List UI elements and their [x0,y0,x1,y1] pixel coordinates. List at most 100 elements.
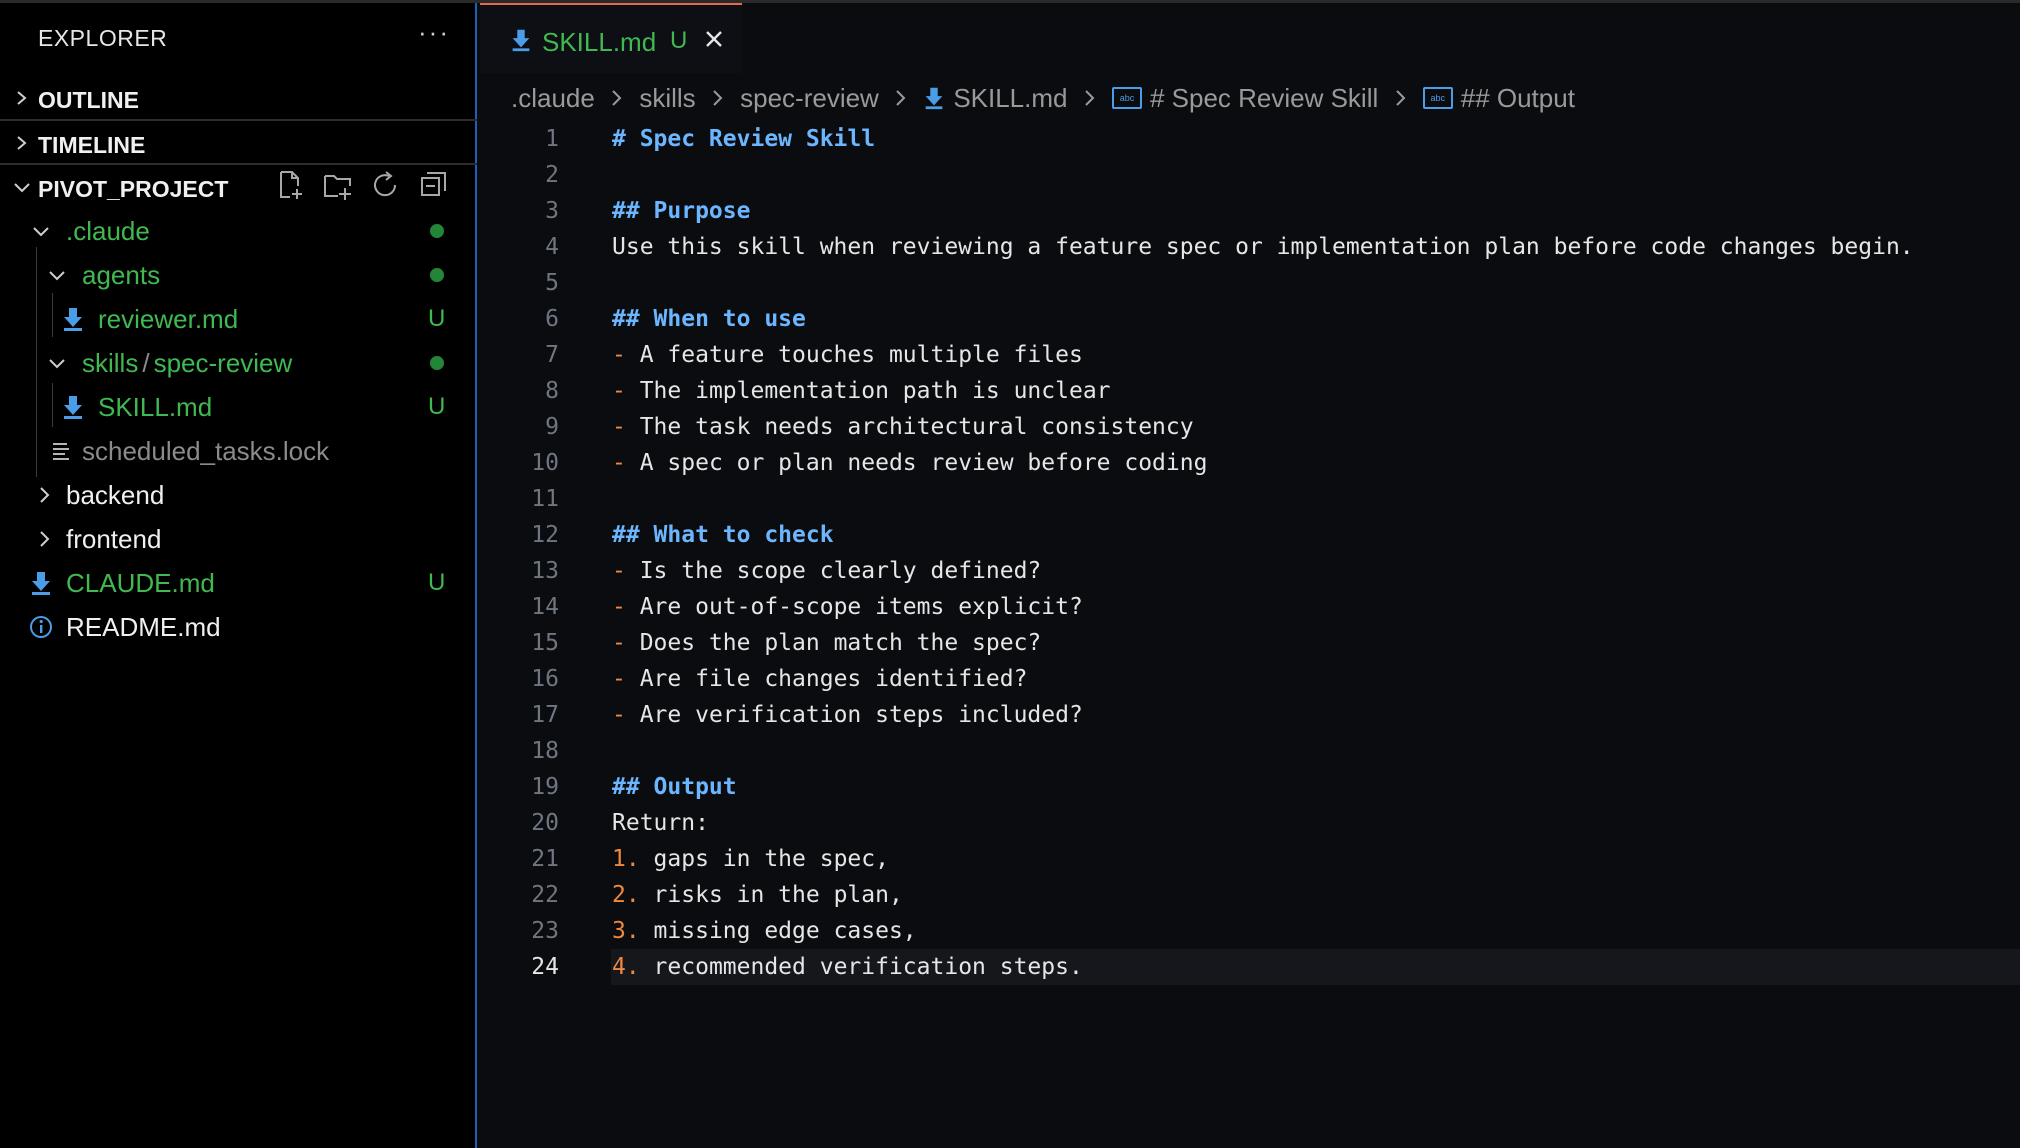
markdown-heading: ## Output [612,774,737,800]
markdown-download-icon [925,87,943,110]
chevron-down-icon [14,183,30,193]
code-line[interactable]: 5 [477,265,2020,301]
code-line[interactable]: 21 1. gaps in the spec, [477,841,2020,877]
code-line[interactable]: 20 Return: [477,805,2020,841]
code-line[interactable]: 15 - Does the plan match the spec? [477,625,2020,661]
line-number: 21 [531,846,559,872]
tree-folder-claude[interactable]: .claude [0,209,477,253]
list-marker: - [612,594,626,620]
explorer-sidebar: EXPLORER ··· OUTLINE TIMELINE PIVOT_PROJ… [0,3,477,1148]
lines-file-icon [53,443,69,460]
line-text: ## Purpose [612,198,750,224]
collapse-all-icon[interactable] [418,169,450,201]
list-marker: - [612,666,626,692]
more-actions-icon[interactable]: ··· [418,17,450,48]
line-number: 7 [545,342,559,368]
line-text: - Are out-of-scope items explicit? [612,594,1083,620]
modified-dot-icon [430,224,444,238]
tree-item-label: .claude [66,216,150,246]
tree-item-label: CLAUDE.md [66,568,215,598]
editor-tab-bar: SKILL.md U [477,3,2020,74]
tab-label: SKILL.md [542,27,657,57]
plain-text: Return: [612,810,709,836]
list-text: The task needs architectural consistency [625,414,1194,440]
list-marker: - [612,342,626,368]
line-text: - Are verification steps included? [612,702,1083,728]
line-text: - The task needs architectural consisten… [612,414,1194,440]
line-text: 3. missing edge cases, [612,918,917,944]
line-text: 2. risks in the plan, [612,882,903,908]
markdown-heading: ## Purpose [612,198,751,224]
code-line[interactable]: 14 - Are out-of-scope items explicit? [477,589,2020,625]
code-line[interactable]: 3 ## Purpose [477,193,2020,229]
line-number: 12 [531,522,559,548]
code-line[interactable]: 17 - Are verification steps included? [477,697,2020,733]
tree-file-scheduled-tasks[interactable]: scheduled_tasks.lock [0,429,477,473]
close-icon[interactable] [702,27,726,51]
line-text: 4. recommended verification steps. [612,954,1083,980]
section-outline[interactable]: OUTLINE [0,77,477,121]
line-text: ## What to check [612,522,834,548]
chevron-down-icon [49,271,65,281]
list-text: A feature touches multiple files [625,342,1083,368]
code-line[interactable]: 4 Use this skill when reviewing a feature… [477,229,2020,265]
breadcrumb-item[interactable]: ## Output [1461,83,1575,114]
markdown-download-icon [64,396,82,419]
line-text: - Does the plan match the spec? [612,630,1041,656]
code-line[interactable]: 23 3. missing edge cases, [477,913,2020,949]
markdown-heading: # Spec Review Skill [612,126,876,152]
code-line[interactable]: 19 ## Output [477,769,2020,805]
tree-folder-backend[interactable]: backend [0,473,477,517]
line-text: - Are file changes identified? [612,666,1027,692]
code-line[interactable]: 10 - A spec or plan needs review before c… [477,445,2020,481]
refresh-icon[interactable] [370,169,402,201]
tree-file-skill-md[interactable]: SKILL.md U [0,385,477,429]
code-line[interactable]: 2 [477,157,2020,193]
chevron-right-icon [612,90,622,106]
tree-item-label: scheduled_tasks.lock [82,436,330,466]
tree-item-label: skills / spec-review [82,348,292,379]
code-line[interactable]: 9 - The task needs architectural consiste… [477,409,2020,445]
code-line[interactable]: 13 - Is the scope clearly defined? [477,553,2020,589]
new-file-icon[interactable] [276,169,308,201]
tree-item-label: agents [82,260,161,290]
tree-file-reviewer[interactable]: reviewer.md U [0,297,477,341]
markdown-download-icon [512,29,530,52]
markdown-download-icon [32,572,50,595]
tree-file-claude-md[interactable]: CLAUDE.md U [0,561,477,605]
chevron-right-icon [1085,90,1095,106]
line-number: 20 [531,810,559,836]
line-text: Return: [612,810,709,836]
code-line[interactable]: 16 - Are file changes identified? [477,661,2020,697]
code-line[interactable]: 7 - A feature touches multiple files [477,337,2020,373]
line-text: # Spec Review Skill [612,126,875,152]
list-text: Are out-of-scope items explicit? [625,594,1083,620]
code-line[interactable]: 22 2. risks in the plan, [477,877,2020,913]
breadcrumb-item[interactable]: SKILL.md [953,83,1067,114]
code-line[interactable]: 8 - The implementation path is unclear [477,373,2020,409]
list-marker: - [612,702,626,728]
list-text: risks in the plan, [639,882,903,908]
new-folder-icon[interactable] [322,169,354,201]
code-line[interactable]: 18 [477,733,2020,769]
line-number: 23 [531,918,559,944]
breadcrumb-item[interactable]: # Spec Review Skill [1150,83,1378,114]
section-project[interactable]: PIVOT_PROJECT [0,166,477,210]
line-text: - A feature touches multiple files [612,342,1083,368]
tree-folder-agents[interactable]: agents [0,253,477,297]
breadcrumb-item[interactable]: skills [639,83,695,114]
code-line[interactable]: 1 # Spec Review Skill [477,121,2020,157]
code-line[interactable]: 11 [477,481,2020,517]
code-line[interactable]: 24 4. recommended verification steps. [477,949,2020,985]
code-line[interactable]: 6 ## When to use [477,301,2020,337]
tree-item-label: frontend [66,524,162,554]
tree-folder-skills-spec-review[interactable]: skills / spec-review [0,341,477,385]
code-line[interactable]: 12 ## What to check [477,517,2020,553]
tree-file-readme[interactable]: README.md [0,605,477,649]
tree-folder-frontend[interactable]: frontend [0,517,477,561]
section-outline-label: OUTLINE [38,87,139,113]
breadcrumb-item[interactable]: spec-review [740,83,879,114]
tab-skill-md[interactable]: SKILL.md U [480,3,742,73]
section-timeline[interactable]: TIMELINE [0,122,477,166]
breadcrumb-item[interactable]: .claude [511,83,595,114]
